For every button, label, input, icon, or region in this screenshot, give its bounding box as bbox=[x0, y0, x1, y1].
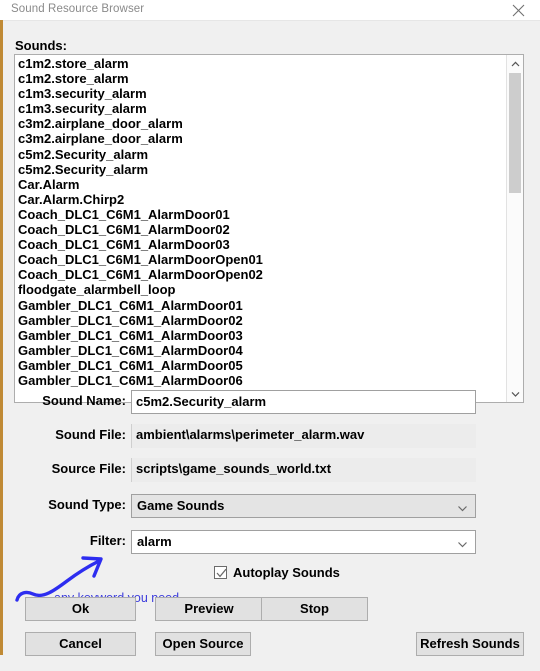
chevron-down-icon[interactable] bbox=[457, 538, 468, 549]
filter-label: Filter: bbox=[89, 533, 126, 548]
ok-button[interactable]: Ok bbox=[25, 597, 136, 621]
source-file-label: Source File: bbox=[51, 461, 126, 476]
sound-type-row: Sound Type: Game Sounds bbox=[3, 494, 540, 518]
sound-file-label: Sound File: bbox=[55, 427, 126, 442]
check-icon[interactable] bbox=[214, 566, 227, 579]
cancel-button[interactable]: Cancel bbox=[25, 632, 136, 656]
close-icon[interactable] bbox=[496, 0, 540, 20]
list-item[interactable]: c1m2.store_alarm bbox=[18, 56, 507, 71]
filter-row: Filter: alarm bbox=[3, 530, 540, 554]
stop-button[interactable]: Stop bbox=[261, 597, 368, 621]
list-item[interactable]: Coach_DLC1_C6M1_AlarmDoorOpen01 bbox=[18, 252, 507, 267]
sound-file-row: Sound File: ambient\alarms\perimeter_ala… bbox=[3, 424, 540, 448]
list-item[interactable]: Gambler_DLC1_C6M1_AlarmDoor03 bbox=[18, 328, 507, 343]
list-item[interactable]: Gambler_DLC1_C6M1_AlarmDoor02 bbox=[18, 313, 507, 328]
sound-file-value: ambient\alarms\perimeter_alarm.wav bbox=[131, 424, 476, 448]
preview-button[interactable]: Preview bbox=[155, 597, 263, 621]
sounds-list[interactable]: c1m2.store_alarm c1m2.store_alarm c1m3.s… bbox=[15, 55, 507, 402]
dialog-body: Sounds: c1m2.store_alarm c1m2.store_alar… bbox=[3, 21, 540, 671]
sound-name-label: Sound Name: bbox=[42, 393, 126, 408]
list-item[interactable]: Gambler_DLC1_C6M1_AlarmDoor05 bbox=[18, 358, 507, 373]
sounds-list-scrollbar[interactable] bbox=[506, 55, 523, 402]
autoplay-sounds-label: Autoplay Sounds bbox=[233, 565, 340, 580]
list-item[interactable]: Gambler_DLC1_C6M1_AlarmDoor01 bbox=[18, 298, 507, 313]
source-file-value: scripts\game_sounds_world.txt bbox=[131, 458, 476, 482]
list-item[interactable]: c1m3.security_alarm bbox=[18, 101, 507, 116]
autoplay-sounds-checkbox[interactable]: Autoplay Sounds bbox=[214, 565, 340, 580]
list-item[interactable]: Coach_DLC1_C6M1_AlarmDoor01 bbox=[18, 207, 507, 222]
scrollbar-thumb[interactable] bbox=[509, 73, 521, 193]
list-item[interactable]: c3m2.airplane_door_alarm bbox=[18, 131, 507, 146]
sound-name-input[interactable]: c5m2.Security_alarm bbox=[131, 390, 476, 414]
window-title: Sound Resource Browser bbox=[11, 3, 145, 15]
list-item[interactable]: Car.Alarm.Chirp2 bbox=[18, 192, 507, 207]
title-bar: Sound Resource Browser bbox=[0, 0, 540, 21]
sounds-listbox[interactable]: c1m2.store_alarm c1m2.store_alarm c1m3.s… bbox=[14, 54, 524, 403]
list-item[interactable]: c5m2.Security_alarm bbox=[18, 147, 507, 162]
list-item[interactable]: floodgate_alarmbell_loop bbox=[18, 282, 507, 297]
list-item[interactable]: c1m3.security_alarm bbox=[18, 86, 507, 101]
sounds-label: Sounds: bbox=[15, 38, 67, 53]
list-item[interactable]: Gambler_DLC1_C6M1_AlarmDoor06 bbox=[18, 373, 507, 388]
sound-type-value: Game Sounds bbox=[137, 498, 225, 513]
list-item[interactable]: Coach_DLC1_C6M1_AlarmDoor02 bbox=[18, 222, 507, 237]
list-item[interactable]: Coach_DLC1_C6M1_AlarmDoorOpen02 bbox=[18, 267, 507, 282]
sound-type-select[interactable]: Game Sounds bbox=[131, 494, 476, 518]
list-item[interactable]: Coach_DLC1_C6M1_AlarmDoor03 bbox=[18, 237, 507, 252]
chevron-down-icon bbox=[457, 502, 468, 513]
refresh-sounds-button[interactable]: Refresh Sounds bbox=[416, 632, 524, 656]
filter-value[interactable]: alarm bbox=[137, 534, 172, 549]
filter-combobox[interactable]: alarm bbox=[131, 530, 476, 554]
source-file-row: Source File: scripts\game_sounds_world.t… bbox=[3, 458, 540, 482]
chevron-up-icon[interactable] bbox=[507, 55, 523, 72]
open-source-button[interactable]: Open Source bbox=[155, 632, 251, 656]
list-item[interactable]: c1m2.store_alarm bbox=[18, 71, 507, 86]
sound-type-label: Sound Type: bbox=[48, 497, 126, 512]
sound-name-row: Sound Name: c5m2.Security_alarm bbox=[3, 390, 540, 414]
sound-resource-browser-window: Sound Resource Browser Sounds: c1m2.stor… bbox=[0, 0, 540, 671]
list-item[interactable]: c3m2.airplane_door_alarm bbox=[18, 116, 507, 131]
list-item[interactable]: Gambler_DLC1_C6M1_AlarmDoor04 bbox=[18, 343, 507, 358]
list-item[interactable]: Car.Alarm bbox=[18, 177, 507, 192]
list-item[interactable]: c5m2.Security_alarm bbox=[18, 162, 507, 177]
